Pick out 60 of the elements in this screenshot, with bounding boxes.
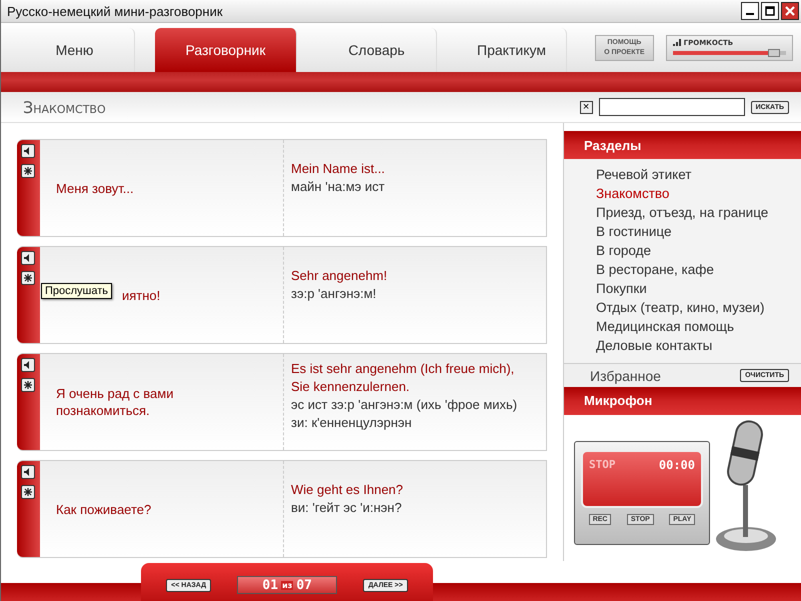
- favorite-button[interactable]: [21, 378, 35, 392]
- section-link[interactable]: В городе: [596, 241, 801, 260]
- signal-bars-icon: [672, 39, 681, 46]
- german-phrase: Wie geht es Ihnen?: [291, 481, 404, 499]
- minimize-button[interactable]: [741, 2, 759, 20]
- microphone-header: Микрофон: [564, 386, 801, 416]
- tooltip: Прослушать: [41, 283, 112, 299]
- total-pages: 07: [296, 578, 312, 592]
- favorites-label[interactable]: Избранное: [590, 368, 661, 384]
- minimize-icon: [746, 13, 754, 15]
- section-link[interactable]: В гостинице: [596, 222, 801, 242]
- of-label: из: [281, 580, 294, 590]
- sections-header: Разделы: [564, 131, 801, 160]
- asterisk-icon: [24, 488, 32, 496]
- russian-phrase: Меня зовут...: [56, 180, 134, 196]
- listen-button[interactable]: [21, 251, 35, 265]
- german-phrase: Mein Name ist...: [291, 160, 386, 178]
- favorite-button[interactable]: [21, 271, 35, 285]
- favorite-button[interactable]: [21, 485, 35, 499]
- speaker-icon: [24, 147, 32, 155]
- current-page: 01: [262, 578, 278, 592]
- section-link[interactable]: Медицинская помощь: [596, 317, 801, 336]
- russian-phrase: Я очень рад с вами познакомиться.: [56, 385, 174, 419]
- section-link[interactable]: Покупки: [596, 279, 801, 298]
- speaker-icon: [24, 468, 32, 476]
- window-title: Русско-немецкий мини-разговорник: [7, 4, 223, 18]
- clear-search-button[interactable]: ×: [580, 100, 593, 114]
- section-link[interactable]: Деловые контакты: [596, 336, 801, 356]
- transcription: ви: 'гейт эс 'и:нэн?: [291, 499, 403, 517]
- favorite-button[interactable]: [21, 164, 35, 178]
- tab[interactable]: Разговорник: [155, 28, 297, 72]
- close-button[interactable]: [781, 2, 799, 20]
- transcription: зэ:р 'ангэнэ:м!: [291, 285, 378, 303]
- section-link[interactable]: Знакомство: [596, 184, 801, 204]
- maximize-icon: [765, 6, 775, 16]
- recorder-time: 00:00: [658, 458, 695, 472]
- speaker-icon: [24, 361, 32, 369]
- asterisk-icon: [24, 274, 32, 282]
- section-link[interactable]: Речевой этикет: [596, 165, 801, 184]
- maximize-button[interactable]: [761, 2, 779, 20]
- transcription: майн 'на:мэ ист: [291, 178, 386, 196]
- listen-button[interactable]: [21, 465, 35, 479]
- listen-button[interactable]: [21, 144, 35, 158]
- russian-phrase: иятно!: [122, 286, 160, 304]
- section-heading: Знакомство: [23, 98, 106, 116]
- recorder-status: STOP: [589, 458, 616, 472]
- speaker-icon: [24, 254, 32, 262]
- asterisk-icon: [24, 167, 32, 175]
- search-field[interactable]: [598, 98, 745, 116]
- german-phrase: Es ist sehr angenehm (Ich freue mich), Sie kennenzulernen.: [291, 360, 516, 396]
- german-phrase: Sehr angenehm!: [291, 267, 388, 285]
- listen-button[interactable]: [21, 358, 35, 372]
- volume-slider[interactable]: [672, 48, 780, 56]
- russian-phrase: Как поживаете?: [56, 500, 152, 518]
- transcription: эс ист зэ:р 'ангэнэ:м (ихь 'фрое михь) зи: к'енненцулэрнэн: [291, 396, 518, 432]
- section-link[interactable]: Отдых (театр, кино, музеи): [596, 298, 801, 318]
- close-icon: [785, 6, 795, 16]
- section-link[interactable]: В ресторане, кафе: [596, 260, 801, 280]
- section-link[interactable]: Приезд, отъезд, на границе: [596, 203, 801, 222]
- asterisk-icon: [24, 381, 32, 389]
